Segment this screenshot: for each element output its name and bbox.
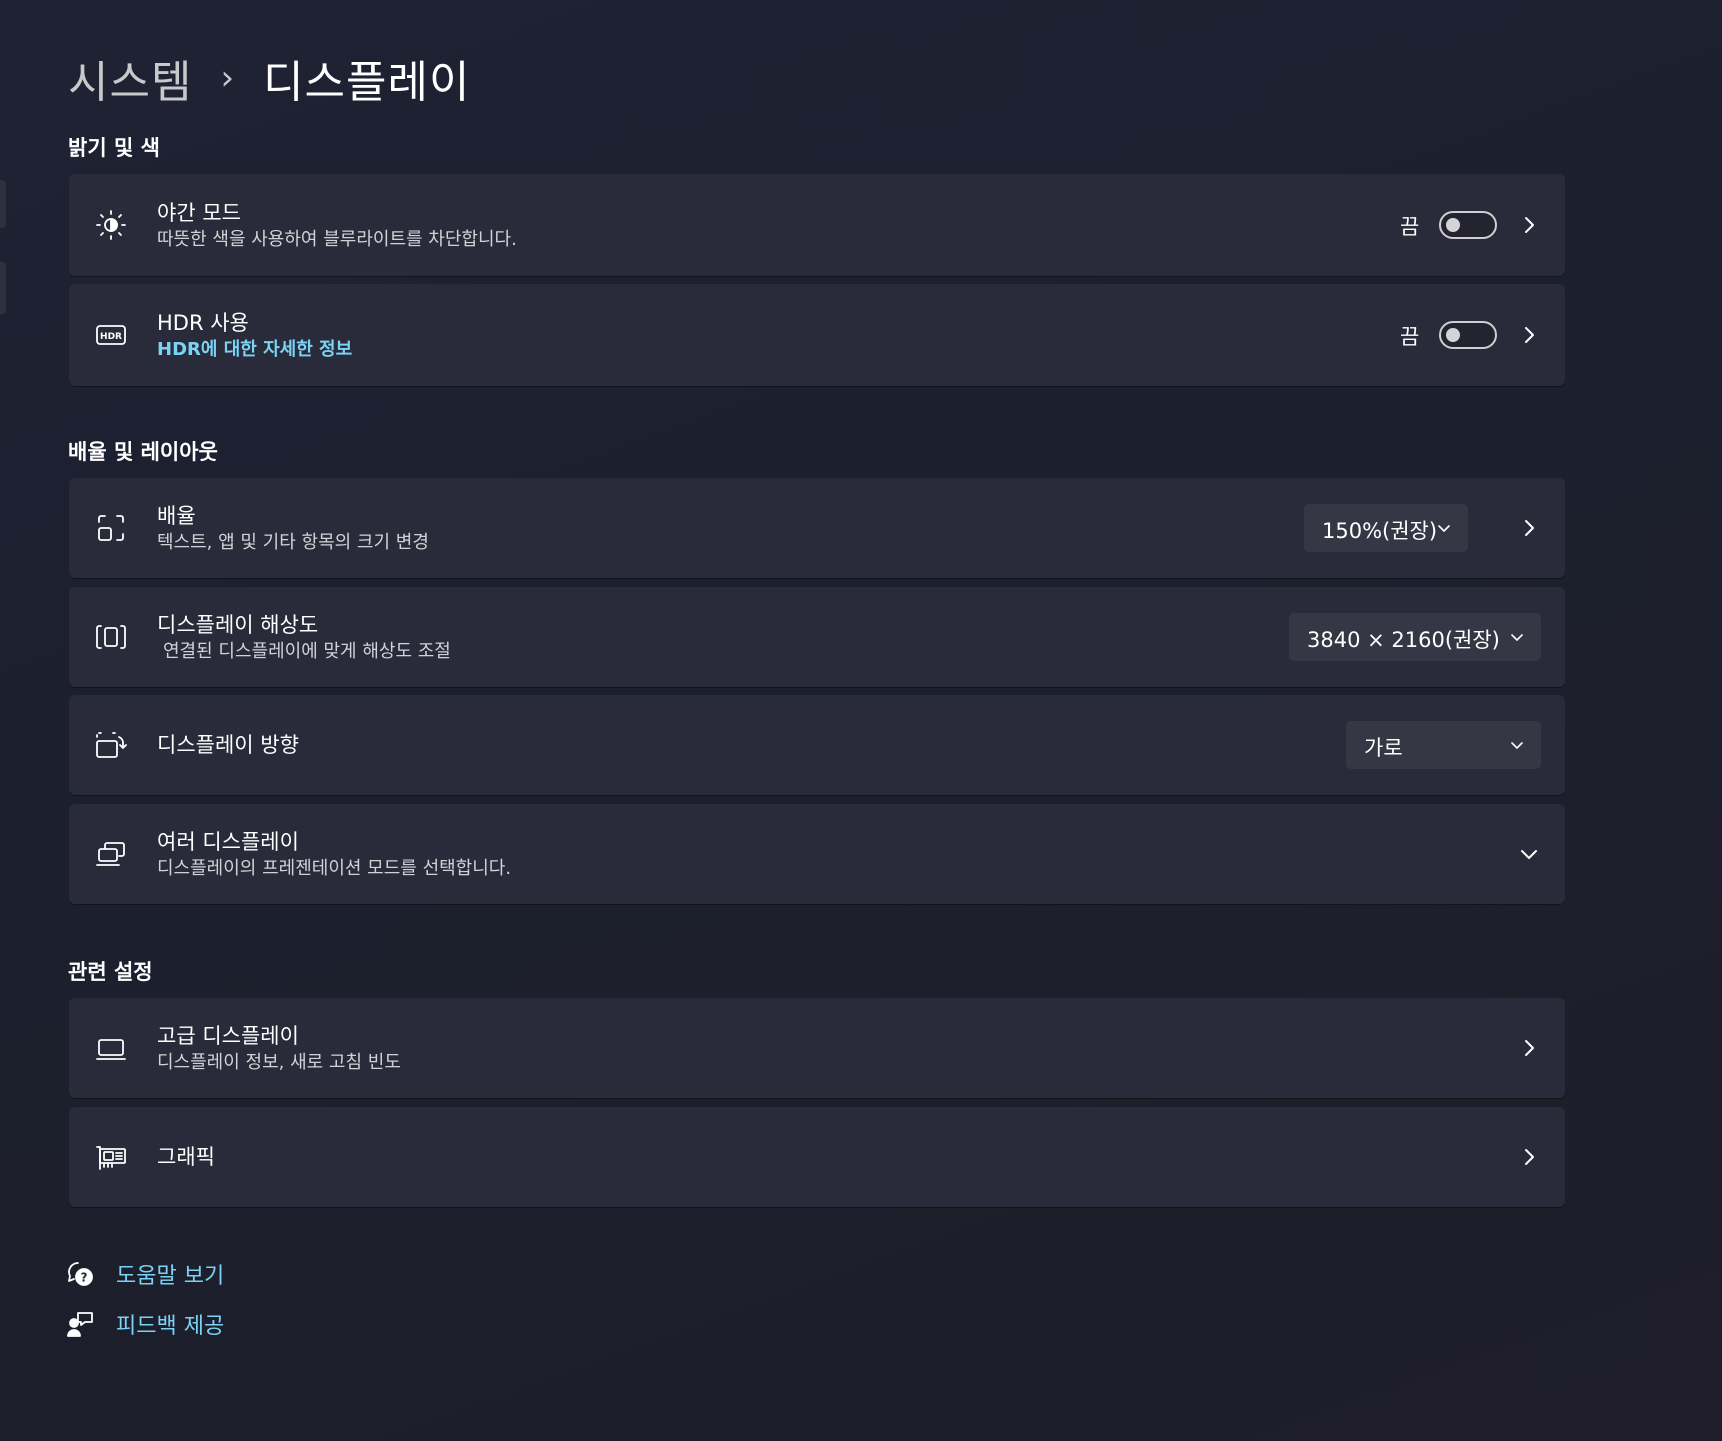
hdr-info-link[interactable]: HDR에 대한 자세한 정보 (157, 338, 352, 362)
chevron-right-icon[interactable] (1519, 325, 1539, 345)
orientation-title: 디스플레이 방향 (157, 733, 299, 757)
orientation-icon (95, 729, 127, 761)
help-link-text[interactable]: 도움말 보기 (116, 1258, 224, 1290)
breadcrumb-separator: › (220, 58, 236, 98)
section-title-scale-layout: 배율 및 레이아웃 (68, 440, 218, 464)
hdr-card[interactable]: HDR HDR 사용 HDR에 대한 자세한 정보 끔 (69, 284, 1565, 386)
feedback-icon (66, 1310, 94, 1338)
svg-text:?: ? (81, 1271, 88, 1285)
multi-display-card[interactable]: 여러 디스플레이 디스플레이의 프레젠테이션 모드를 선택합니다. (69, 804, 1565, 904)
chevron-right-icon[interactable] (1519, 1038, 1539, 1058)
chevron-down-icon (1509, 737, 1525, 753)
night-mode-state-label: 끔 (1400, 215, 1420, 239)
svg-text:HDR: HDR (100, 332, 122, 342)
resolution-dropdown-value: 3840 × 2160(권장) (1307, 628, 1500, 652)
night-mode-title: 야간 모드 (157, 201, 241, 225)
chevron-right-icon[interactable] (1519, 518, 1539, 538)
orientation-dropdown[interactable]: 가로 (1346, 721, 1541, 769)
scale-dropdown-value: 150%(권장) (1322, 519, 1438, 543)
scale-subtitle: 텍스트, 앱 및 기타 항목의 크기 변경 (157, 532, 429, 553)
sidebar-edge-1 (0, 180, 6, 228)
section-title-brightness: 밝기 및 색 (68, 136, 160, 160)
laptop-icon (95, 1032, 127, 1064)
night-mode-card[interactable]: 야간 모드 따뜻한 색을 사용하여 블루라이트를 차단합니다. 끔 (69, 174, 1565, 276)
help-link[interactable]: ? 도움말 보기 (66, 1258, 224, 1290)
orientation-card: 디스플레이 방향 가로 (69, 695, 1565, 795)
chevron-down-icon[interactable] (1519, 844, 1539, 864)
scale-title: 배율 (157, 504, 196, 528)
orientation-dropdown-value: 가로 (1364, 736, 1403, 760)
sidebar-edge-2 (0, 262, 6, 314)
resolution-card: 디스플레이 해상도 연결된 디스플레이에 맞게 해상도 조절 3840 × 21… (69, 587, 1565, 687)
graphics-title: 그래픽 (157, 1145, 215, 1169)
chevron-down-icon (1509, 629, 1525, 645)
hdr-title: HDR 사용 (157, 311, 249, 335)
feedback-link[interactable]: 피드백 제공 (66, 1308, 224, 1340)
feedback-link-text[interactable]: 피드백 제공 (116, 1308, 224, 1340)
chevron-right-icon[interactable] (1519, 1147, 1539, 1167)
help-icon: ? (66, 1260, 94, 1288)
multi-display-subtitle: 디스플레이의 프레젠테이션 모드를 선택합니다. (157, 858, 512, 879)
multi-display-icon (95, 838, 127, 870)
graphics-card-icon (95, 1141, 127, 1173)
chevron-down-icon (1436, 520, 1452, 536)
resolution-subtitle: 연결된 디스플레이에 맞게 해상도 조절 (163, 641, 451, 662)
brightness-icon (95, 209, 127, 241)
page-title: 디스플레이 (263, 57, 471, 108)
multi-display-title: 여러 디스플레이 (157, 830, 299, 854)
section-title-related: 관련 설정 (68, 960, 153, 984)
chevron-right-icon[interactable] (1519, 215, 1539, 235)
resolution-title: 디스플레이 해상도 (157, 613, 319, 637)
scale-icon (95, 512, 127, 544)
scale-card[interactable]: 배율 텍스트, 앱 및 기타 항목의 크기 변경 150%(권장) (69, 478, 1565, 578)
toggle-knob (1446, 218, 1460, 232)
night-mode-toggle[interactable] (1439, 211, 1497, 239)
graphics-card[interactable]: 그래픽 (69, 1107, 1565, 1207)
night-mode-subtitle: 따뜻한 색을 사용하여 블루라이트를 차단합니다. (157, 229, 517, 250)
hdr-icon: HDR (95, 319, 127, 351)
scale-dropdown[interactable]: 150%(권장) (1304, 504, 1468, 552)
resolution-dropdown[interactable]: 3840 × 2160(권장) (1289, 613, 1541, 661)
breadcrumb: 시스템 › 디스플레이 (68, 46, 470, 110)
advanced-display-title: 고급 디스플레이 (157, 1024, 299, 1048)
hdr-state-label: 끔 (1400, 325, 1420, 349)
hdr-toggle[interactable] (1439, 321, 1497, 349)
toggle-knob (1446, 328, 1460, 342)
advanced-display-card[interactable]: 고급 디스플레이 디스플레이 정보, 새로 고침 빈도 (69, 998, 1565, 1098)
breadcrumb-parent-link[interactable]: 시스템 (68, 46, 192, 110)
advanced-display-subtitle: 디스플레이 정보, 새로 고침 빈도 (157, 1052, 401, 1073)
resolution-icon (95, 621, 127, 653)
